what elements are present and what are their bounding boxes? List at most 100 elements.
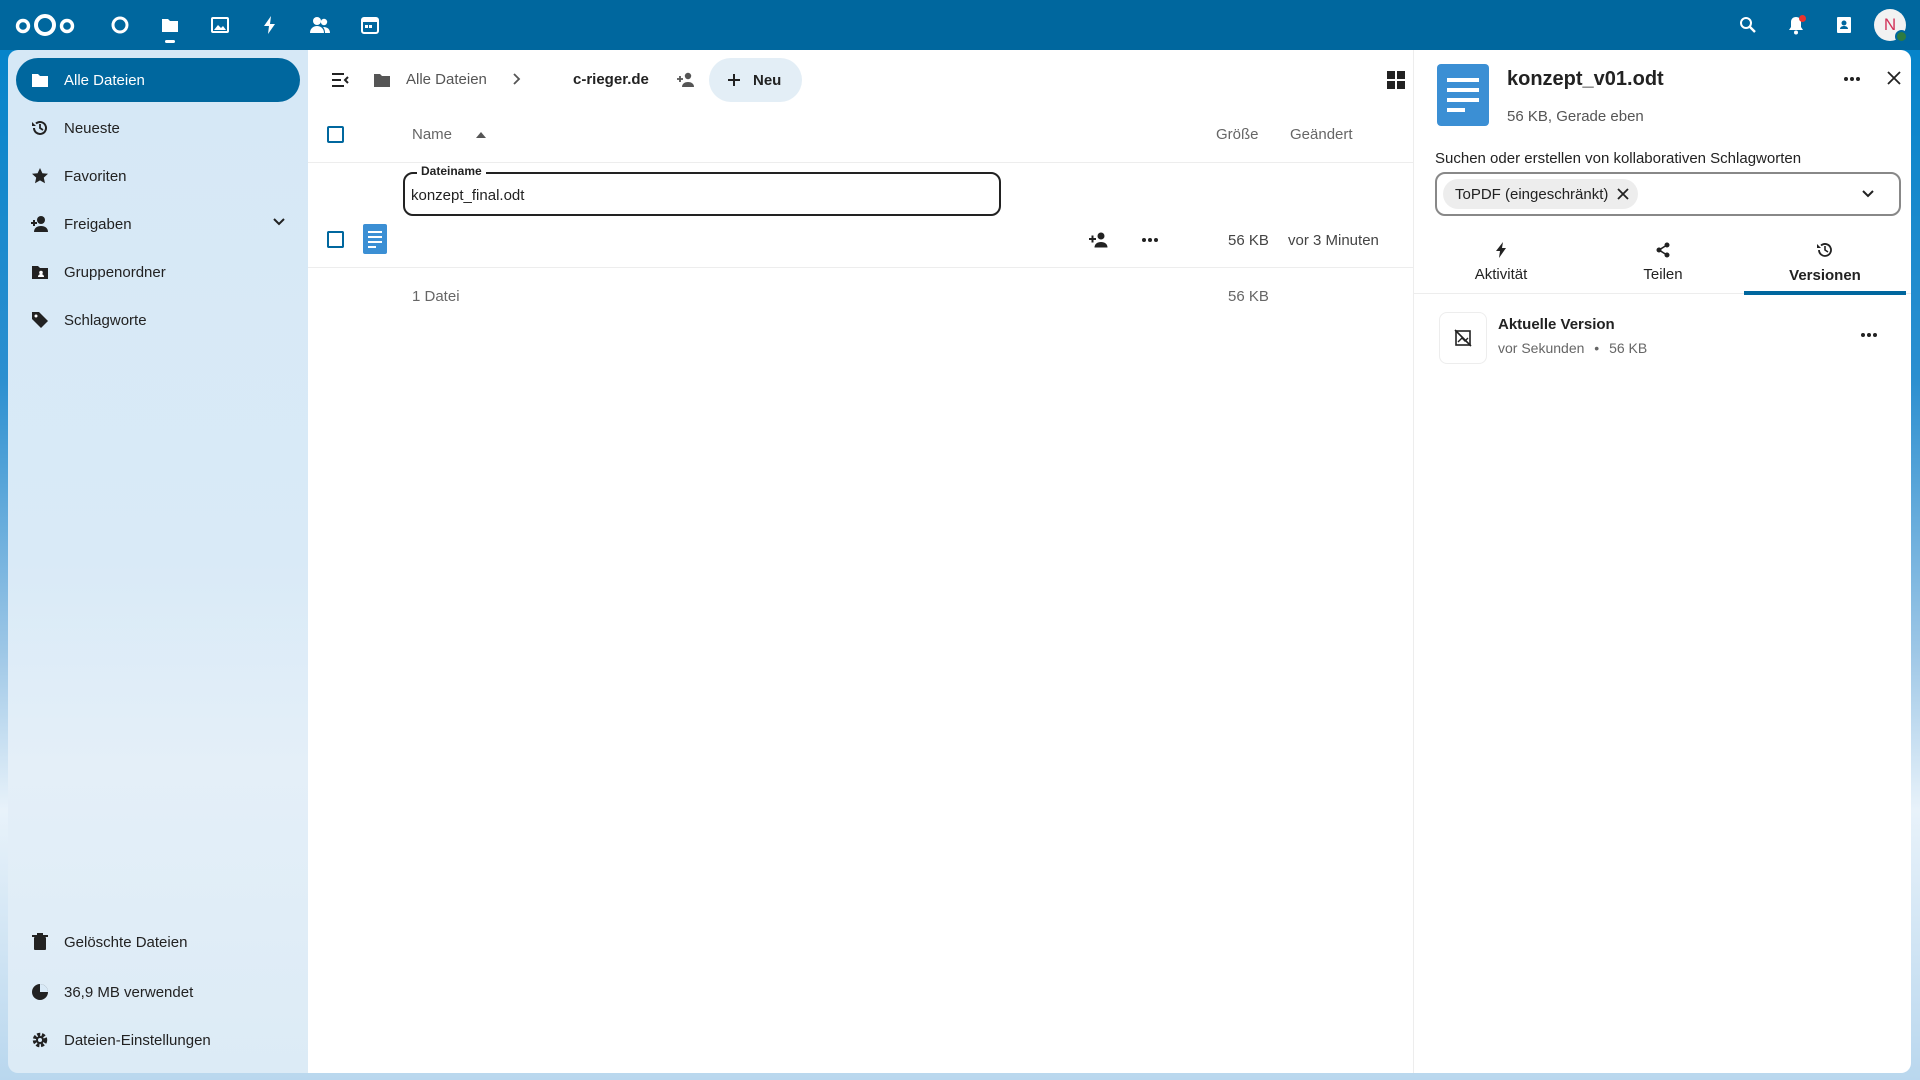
share-icon — [1655, 242, 1671, 258]
nav-item-recent[interactable]: Neueste — [16, 106, 300, 150]
storage-usage[interactable]: 36,9 MB verwendet — [16, 970, 300, 1014]
tab-sharing[interactable]: Teilen — [1582, 230, 1744, 294]
version-title: Aktuelle Version — [1498, 316, 1615, 333]
tab-versions[interactable]: Versionen — [1744, 230, 1906, 295]
status-online-icon — [1895, 30, 1908, 43]
column-header-size[interactable]: Größe — [1216, 126, 1259, 143]
star-icon — [30, 166, 50, 186]
nav-item-tags[interactable]: Schlagworte — [16, 298, 300, 342]
plus-icon — [727, 73, 741, 87]
rename-field-label: Dateiname — [417, 164, 486, 178]
file-count-summary: 1 Datei — [412, 288, 460, 305]
tag-select[interactable]: ToPDF (eingeschränkt) — [1435, 172, 1901, 216]
tab-label: Versionen — [1789, 266, 1861, 284]
nav-item-all-files[interactable]: Alle Dateien — [16, 58, 300, 102]
sidebar-tabs: Aktivität Teilen Versionen — [1414, 230, 1911, 295]
nav-item-label: Schlagworte — [64, 311, 147, 329]
app-container: Alle Dateien Neueste Favoriten Freigaben — [8, 50, 1911, 1073]
breadcrumb-root[interactable]: Alle Dateien — [406, 71, 487, 88]
file-modified: vor 3 Minuten — [1288, 232, 1379, 249]
bell-icon[interactable] — [1772, 0, 1820, 50]
file-size: 56 KB — [1228, 232, 1269, 249]
nextcloud-logo-icon[interactable] — [14, 11, 76, 39]
nav-item-label: Freigaben — [64, 215, 132, 233]
divider — [308, 267, 1413, 268]
contacts-app-icon[interactable] — [295, 0, 345, 50]
gear-icon — [30, 1030, 50, 1050]
activity-icon — [1495, 241, 1507, 258]
history-icon — [1816, 241, 1834, 259]
dashboard-app-icon[interactable] — [95, 0, 145, 50]
nav-item-shares[interactable]: Freigaben — [16, 202, 300, 246]
sort-ascending-icon[interactable] — [475, 130, 487, 140]
nav-item-group-folders[interactable]: Gruppenordner — [16, 250, 300, 294]
folder-icon — [30, 70, 50, 90]
tab-label: Teilen — [1643, 265, 1683, 283]
version-item[interactable]: Aktuelle Version vor Sekunden • 56 KB — [1439, 312, 1889, 364]
details-sidebar: konzept_v01.odt 56 KB, Gerade eben Suche… — [1413, 50, 1911, 1073]
no-preview-icon — [1439, 312, 1487, 364]
separator-dot: • — [1594, 340, 1600, 356]
column-header-modified[interactable]: Geändert — [1290, 126, 1353, 143]
share-user-icon[interactable] — [1086, 229, 1112, 251]
nav-item-files-settings[interactable]: Dateien-Einstellungen — [16, 1018, 300, 1062]
tag-search-label: Suchen oder erstellen von kollaborativen… — [1435, 150, 1802, 167]
sidebar-file-info: 56 KB, Gerade eben — [1507, 108, 1644, 125]
nav-item-favorites[interactable]: Favoriten — [16, 154, 300, 198]
search-icon[interactable] — [1724, 0, 1772, 50]
column-header-name[interactable]: Name — [412, 126, 452, 143]
nav-item-label: 36,9 MB verwendet — [64, 983, 194, 1001]
notification-dot — [1799, 15, 1806, 22]
row-select-checkbox[interactable] — [327, 231, 344, 248]
new-button[interactable]: Neu — [709, 58, 802, 102]
tag-chip-label: ToPDF (eingeschränkt) — [1455, 185, 1609, 203]
close-icon[interactable] — [1882, 66, 1906, 90]
nav-item-label: Gruppenordner — [64, 263, 166, 281]
photos-app-icon[interactable] — [195, 0, 245, 50]
chevron-down-icon[interactable] — [1861, 187, 1875, 201]
nav-item-label: Neueste — [64, 119, 120, 137]
version-time: vor Sekunden — [1498, 340, 1585, 356]
avatar-initial: N — [1883, 15, 1897, 34]
nav-item-label: Gelöschte Dateien — [64, 933, 188, 951]
calendar-app-icon[interactable] — [345, 0, 395, 50]
sidebar-filename: konzept_v01.odt — [1507, 68, 1664, 90]
version-more-actions-icon[interactable] — [1855, 324, 1883, 346]
contacts-book-icon[interactable] — [1820, 0, 1868, 50]
nav-item-deleted-files[interactable]: Gelöschte Dateien — [16, 920, 300, 964]
more-actions-icon[interactable] — [1838, 68, 1866, 90]
files-list-view: Alle Dateien c-rieger.de Neu Name Größe … — [308, 50, 1413, 1073]
files-app-icon[interactable] — [145, 0, 195, 50]
toggle-navigation-icon[interactable] — [328, 68, 352, 92]
files-navigation: Alle Dateien Neueste Favoriten Freigaben — [8, 50, 308, 1073]
breadcrumb-current[interactable]: c-rieger.de — [573, 71, 649, 88]
avatar[interactable]: N — [1874, 9, 1908, 43]
tag-chip: ToPDF (eingeschränkt) — [1443, 179, 1639, 209]
total-size-summary: 56 KB — [1228, 288, 1269, 305]
nav-item-label: Alle Dateien — [64, 71, 145, 89]
history-icon — [30, 118, 50, 138]
share-user-icon[interactable] — [674, 68, 698, 92]
tab-label: Aktivität — [1474, 265, 1528, 283]
remove-tag-icon[interactable] — [1616, 187, 1630, 201]
nav-item-label: Favoriten — [64, 167, 127, 185]
more-actions-icon[interactable] — [1138, 230, 1162, 250]
chevron-right-icon — [510, 72, 524, 86]
grid-view-icon[interactable] — [1384, 68, 1408, 92]
rename-input[interactable] — [411, 185, 991, 205]
chevron-down-icon[interactable] — [272, 214, 286, 228]
trash-icon — [30, 932, 50, 952]
version-meta: vor Sekunden • 56 KB — [1498, 340, 1647, 356]
new-button-label: Neu — [753, 71, 782, 89]
top-header: N — [0, 0, 1920, 50]
pie-chart-icon — [30, 982, 50, 1002]
tag-icon — [30, 310, 50, 330]
folder-icon — [372, 70, 392, 90]
rename-field-wrapper: Dateiname — [403, 164, 1001, 216]
version-size: 56 KB — [1609, 340, 1648, 356]
document-file-icon — [362, 223, 388, 255]
select-all-checkbox[interactable] — [327, 126, 344, 143]
activity-app-icon[interactable] — [245, 0, 295, 50]
nav-item-label: Dateien-Einstellungen — [64, 1031, 211, 1049]
tab-activity[interactable]: Aktivität — [1420, 230, 1582, 294]
